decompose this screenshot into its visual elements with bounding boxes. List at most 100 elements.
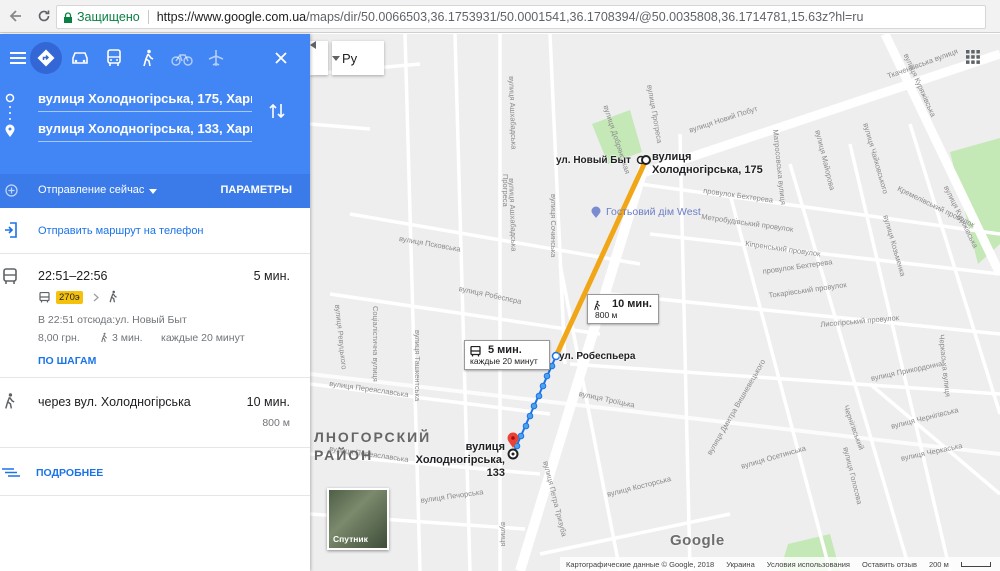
transit-depart-info: В 22:51 отсюда:ул. Новый Быт	[38, 314, 187, 326]
directions-panel: вулиця Холодногірська, 175, Харків, Харк…	[0, 34, 310, 571]
hamburger-icon	[10, 52, 26, 64]
send-to-phone-row[interactable]: Отправить маршрут на телефон	[0, 208, 310, 254]
directions-icon	[37, 49, 55, 67]
add-destination-icon[interactable]	[5, 184, 18, 197]
mode-car-button[interactable]	[64, 42, 96, 74]
send-to-phone-icon	[5, 222, 17, 238]
arrow-left-icon	[9, 10, 21, 22]
bus-small-icon	[39, 292, 50, 303]
url-path: /maps/dir/50.0066503,36.1753931/50.00015…	[306, 10, 864, 24]
street-label: вулиця	[499, 522, 508, 547]
bus-icon	[3, 268, 17, 284]
close-button[interactable]	[265, 42, 297, 74]
origin-input[interactable]: вулиця Холодногірська, 175, Харків, Харк…	[38, 88, 252, 112]
walking-via: через вул. Холодногірська	[38, 395, 191, 409]
details-icon	[2, 468, 20, 477]
travel-modes	[0, 34, 310, 84]
map-canvas[interactable]: вулиця Новий Побут Ткаченківська вулиця …	[310, 34, 1000, 571]
walking-popup-time: 10 мин.	[612, 298, 652, 310]
feedback-link[interactable]: Оставить отзыв	[862, 560, 917, 569]
send-to-phone-link[interactable]: Отправить маршрут на телефон	[38, 225, 204, 237]
directions-header: вулиця Холодногірська, 175, Харків, Харк…	[0, 34, 310, 208]
mode-transit-button[interactable]	[98, 42, 130, 74]
close-icon	[275, 52, 287, 64]
google-logo: Google	[670, 532, 725, 549]
depart-options-row: Отправление сейчас ПАРАМЕТРЫ	[0, 174, 310, 208]
walking-duration: 10 мин.	[246, 395, 290, 409]
route-inputs: вулиця Холодногірська, 175, Харків, Харк…	[0, 84, 310, 180]
street-label: Прогреса	[501, 174, 510, 207]
swap-button[interactable]	[268, 102, 286, 125]
satellite-label: Спутник	[333, 534, 368, 544]
walk-small-icon	[101, 332, 108, 343]
bus-icon	[470, 346, 481, 357]
walk-icon	[5, 393, 15, 409]
bus-popup-time: 5 мин.	[488, 344, 522, 356]
country-link[interactable]: Украина	[726, 560, 755, 569]
back-button[interactable]	[4, 4, 28, 28]
chevron-down-icon	[149, 189, 157, 194]
more-details-link[interactable]: ПОДРОБНЕЕ	[36, 467, 103, 479]
transit-time-range: 22:51–22:56	[38, 269, 108, 283]
walking-popup-distance: 800 м	[595, 310, 618, 320]
route-markers-icon	[5, 93, 15, 137]
language-dropdown[interactable]: Ру	[332, 41, 384, 75]
browser-toolbar: Защищено https://www.google.com.ua/maps/…	[0, 0, 1000, 33]
step-by-step-link[interactable]: ПО ШАГАМ	[38, 355, 96, 367]
reload-button[interactable]	[32, 4, 56, 28]
origin-stop-label: ул. Новый Быт	[556, 155, 631, 166]
origin-address-label: вулиця Холодногірська, 175	[652, 151, 763, 176]
reload-icon	[38, 10, 50, 22]
transit-frequency: каждые 20 минут	[161, 332, 245, 344]
walking-route-option[interactable]: через вул. Холодногірська 10 мин. 800 м	[0, 378, 310, 448]
transit-walk-time: 3 мин.	[112, 332, 143, 344]
map-footer: Картографические данные © Google, 2018 У…	[560, 557, 1000, 571]
mode-best-button[interactable]	[30, 42, 62, 74]
swap-icon	[269, 103, 285, 119]
transit-duration: 5 мин.	[253, 269, 290, 283]
chevron-right-icon	[93, 293, 99, 302]
street-label: вулиця Ташкентська	[413, 330, 422, 402]
address-bar[interactable]: Защищено https://www.google.com.ua/maps/…	[56, 5, 986, 29]
url-separator	[147, 10, 149, 24]
destination-input[interactable]: вулиця Холодногірська, 133, Харків, Харк…	[38, 118, 252, 142]
walking-distance: 800 м	[262, 417, 290, 429]
chevron-left-icon	[310, 41, 316, 49]
lock-icon	[64, 11, 72, 23]
walk-small-icon	[109, 290, 117, 303]
poi-label[interactable]: Гостьовий дім West	[606, 206, 701, 218]
mode-walk-button[interactable]	[132, 42, 164, 74]
chevron-down-icon	[332, 56, 340, 61]
url-host: https://www.google.com.ua	[156, 10, 307, 24]
mid-stop-label: ул. Робеспьера	[559, 351, 636, 362]
mode-flight-button[interactable]	[200, 42, 232, 74]
bus-popup[interactable]: 5 мин. каждые 20 минут	[464, 340, 550, 370]
car-icon	[72, 52, 88, 64]
bus-icon	[107, 49, 121, 66]
apps-grid-icon	[966, 50, 980, 64]
terms-link[interactable]: Условия использования	[767, 560, 850, 569]
transit-price: 8,00 грн.	[38, 332, 80, 344]
walk-icon	[143, 49, 154, 67]
satellite-toggle[interactable]: Спутник	[327, 488, 389, 550]
depart-time-dropdown[interactable]: Отправление сейчас	[38, 184, 144, 196]
scale-bar	[960, 561, 991, 567]
secure-label: Защищено	[77, 10, 140, 24]
scale-label: 200 м	[928, 559, 949, 569]
collapse-panel-button[interactable]	[310, 41, 328, 75]
district-label: ЛНОГОРСКИЙ РАЙОН	[314, 429, 432, 463]
street-label: Соціалістична вулиця	[371, 306, 380, 382]
bicycle-icon	[171, 54, 193, 66]
parameters-button[interactable]: ПАРАМЕТРЫ	[221, 184, 293, 196]
mode-bike-button[interactable]	[166, 42, 198, 74]
language-value: Ру	[342, 50, 358, 66]
map-data-credit: Картографические данные © Google, 2018	[566, 559, 715, 569]
plane-icon	[208, 50, 224, 66]
walking-popup[interactable]: 10 мин. 800 м	[587, 294, 659, 324]
walk-icon	[594, 300, 601, 311]
bus-popup-frequency: каждые 20 минут	[470, 356, 538, 366]
transit-route-option[interactable]: 22:51–22:56 5 мин. 270э В 22:51 отсюда:у…	[0, 254, 310, 378]
route-number-badge: 270э	[56, 291, 83, 304]
more-details-row[interactable]: ПОДРОБНЕЕ	[0, 448, 310, 496]
street-label: вулиця Сочинська	[549, 194, 558, 258]
